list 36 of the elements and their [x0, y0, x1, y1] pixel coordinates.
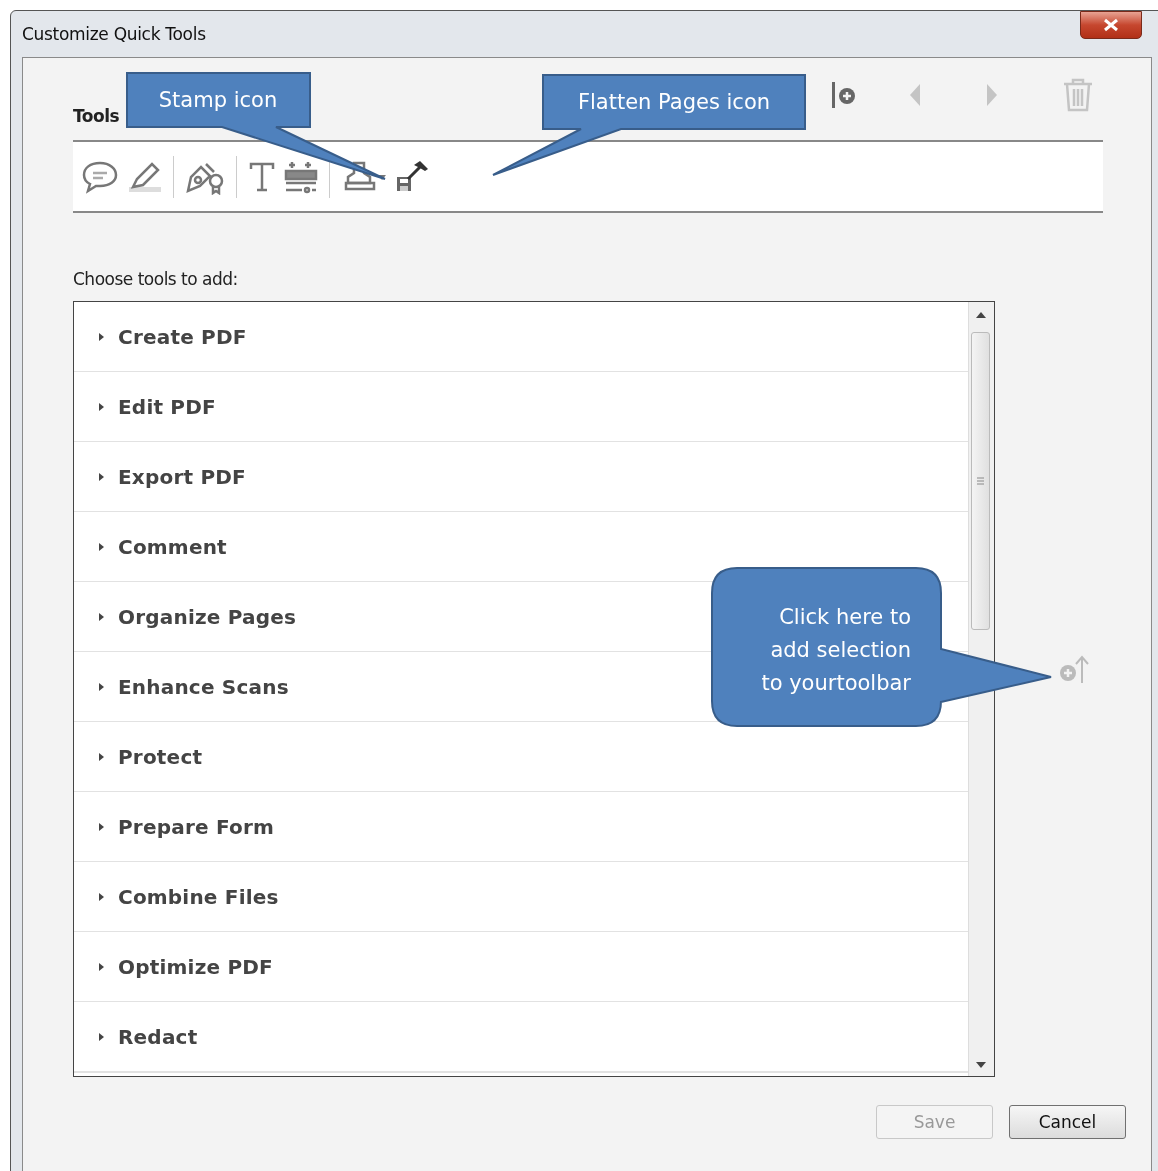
- add-tool-icon[interactable]: [831, 80, 857, 110]
- scroll-up-icon[interactable]: [976, 312, 986, 318]
- close-button[interactable]: [1080, 11, 1142, 39]
- section-label: Choose tools to add:: [73, 269, 239, 289]
- tool-group-label[interactable]: Organize Pages: [118, 604, 297, 629]
- tool-group-label[interactable]: Combine Files: [118, 884, 279, 909]
- callout-text: Click here to add selection to yourtoolbar: [760, 603, 911, 697]
- tool-group-label[interactable]: Enhance Scans: [118, 674, 289, 699]
- callout-text: Stamp icon: [158, 86, 278, 114]
- scrollbar[interactable]: [968, 302, 994, 1076]
- expand-arrow-icon[interactable]: [96, 611, 106, 622]
- scroll-thumb[interactable]: [971, 332, 990, 630]
- tool-group-label[interactable]: Prepare Form: [118, 814, 274, 839]
- expand-arrow-icon[interactable]: [96, 751, 106, 762]
- tool-group-label[interactable]: Export PDF: [118, 464, 246, 489]
- tool-group-label[interactable]: Optimize PDF: [118, 954, 273, 979]
- expand-arrow-icon[interactable]: [96, 891, 106, 902]
- tool-group-label[interactable]: Protect: [118, 744, 203, 769]
- tool-group-label[interactable]: Edit PDF: [118, 394, 216, 419]
- close-icon: [1102, 18, 1120, 32]
- expand-arrow-icon[interactable]: [96, 961, 106, 972]
- scroll-down-icon[interactable]: [976, 1062, 986, 1068]
- expand-arrow-icon[interactable]: [96, 331, 106, 342]
- tool-group-label[interactable]: Create PDF: [118, 324, 247, 349]
- expand-arrow-icon[interactable]: [96, 681, 106, 692]
- tool-group-label[interactable]: Redact: [118, 1024, 198, 1049]
- window-title: Customize Quick Tools: [22, 24, 206, 44]
- callout-text: Flatten Pages icon: [577, 88, 771, 116]
- expand-arrow-icon[interactable]: [96, 1031, 106, 1042]
- cancel-button[interactable]: Cancel: [1009, 1105, 1126, 1139]
- expand-arrow-icon[interactable]: [96, 821, 106, 832]
- expand-arrow-icon[interactable]: [96, 541, 106, 552]
- tool-group-label[interactable]: Comment: [118, 534, 227, 559]
- expand-arrow-icon[interactable]: [96, 471, 106, 482]
- toolbar-label: Tools: [73, 106, 120, 128]
- expand-arrow-icon[interactable]: [96, 401, 106, 412]
